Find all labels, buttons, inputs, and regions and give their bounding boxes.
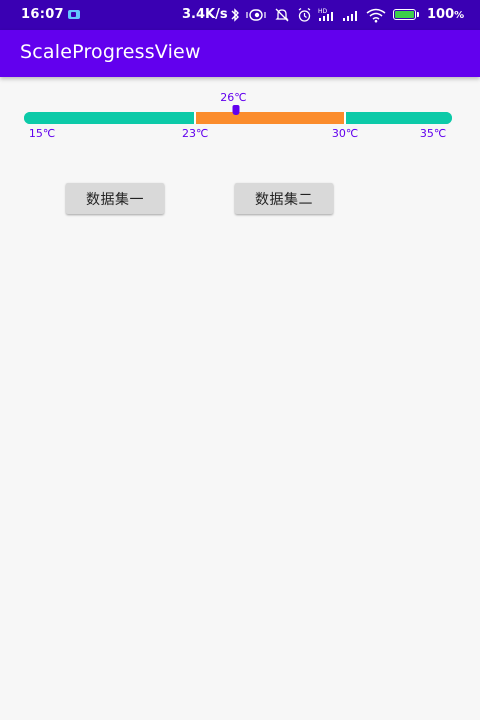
status-bar: 16:07 3.4K/s HD 100% <box>0 0 480 30</box>
vibrate-icon <box>246 9 266 21</box>
progress-indicator <box>232 105 240 115</box>
dataset-one-button[interactable]: 数据集一 <box>66 183 164 214</box>
segment-divider <box>344 112 346 124</box>
wifi-icon <box>366 8 386 23</box>
mute-icon <box>275 8 289 22</box>
battery-icon <box>393 9 416 20</box>
tick-label: 30℃ <box>331 127 359 140</box>
dataset-two-button[interactable]: 数据集二 <box>235 183 333 214</box>
tick-label: 15℃ <box>28 127 56 140</box>
status-time: 16:07 <box>21 7 64 22</box>
hd-signal-icon: HD <box>318 8 333 21</box>
alarm-icon <box>298 7 311 22</box>
segment-divider <box>194 112 197 124</box>
scale-segment <box>345 112 452 124</box>
page-title: ScaleProgressView <box>20 41 201 63</box>
network-speed: 3.4K/s <box>182 7 228 22</box>
battery-level <box>395 11 414 18</box>
camera-notification-icon <box>68 10 80 19</box>
battery-percent-suffix: % <box>454 10 465 21</box>
current-value-label: 26℃ <box>220 91 247 104</box>
battery-percent-value: 100 <box>427 7 455 22</box>
battery-percent: 100% <box>427 7 464 22</box>
battery-tip <box>417 12 419 17</box>
bluetooth-icon <box>231 8 239 22</box>
scale-segment <box>24 112 196 124</box>
tick-label: 35℃ <box>419 127 447 140</box>
scale-segment <box>195 112 345 124</box>
signal-icon <box>343 11 357 21</box>
svg-text:HD: HD <box>318 8 328 15</box>
app-bar: ScaleProgressView <box>0 30 480 77</box>
tick-label: 23℃ <box>182 127 209 140</box>
scale-progress-view: 26℃ 15℃ 23℃ 30℃ 35℃ <box>0 86 480 146</box>
